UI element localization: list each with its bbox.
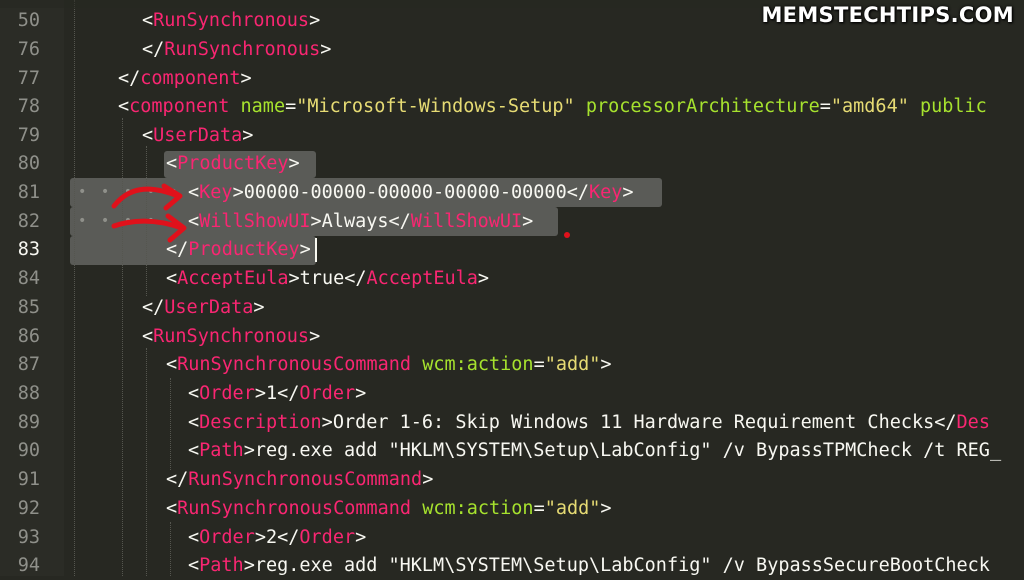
code-line[interactable]: 84 <AcceptEula>true</AcceptEula> <box>0 265 1024 293</box>
code-text[interactable]: </UserData> <box>142 294 265 322</box>
line-number: 89 <box>17 412 40 433</box>
line-number: 88 <box>17 383 40 404</box>
line-number: 78 <box>17 96 40 117</box>
code-line[interactable]: 86 <RunSynchronous> <box>0 323 1024 351</box>
code-line[interactable]: 90 <Path>reg.exe add "HKLM\SYSTEM\Setup\L… <box>0 437 1024 465</box>
line-number: 92 <box>17 498 40 519</box>
code-text[interactable]: <Key>00000-00000-00000-00000-00000</Key> <box>188 179 634 207</box>
red-dot <box>564 232 570 238</box>
code-text[interactable]: <Path>reg.exe add "HKLM\SYSTEM\Setup\Lab… <box>188 437 1001 465</box>
line-number: 76 <box>17 39 40 60</box>
code-line[interactable]: 88 <Order>1</Order> <box>0 380 1024 408</box>
code-text[interactable]: <ProductKey> <box>166 150 300 178</box>
code-line[interactable]: 87 <RunSynchronousCommand wcm:action="add… <box>0 351 1024 379</box>
code-line[interactable]: 79 <UserData> <box>0 122 1024 150</box>
code-line[interactable]: 77 </component> <box>0 65 1024 93</box>
watermark: MEMSTECHTIPS.COM <box>761 3 1014 27</box>
line-number: 85 <box>17 297 40 318</box>
code-text[interactable]: <RunSynchronousCommand wcm:action="add"> <box>166 495 612 523</box>
code-editor[interactable]: 50 <RunSynchronous> 76 </RunSynchronous> 77 <… <box>0 0 1024 576</box>
line-number: 83 <box>17 239 40 260</box>
code-text[interactable]: </RunSynchronous> <box>142 36 331 64</box>
code-text[interactable]: <Order>1</Order> <box>188 380 366 408</box>
code-line[interactable]: 78 <component name="Microsoft-Windows-Set… <box>0 93 1024 121</box>
code-line[interactable]: 93 <Order>2</Order> <box>0 524 1024 552</box>
line-number: 90 <box>17 440 40 461</box>
line-number: 82 <box>17 211 40 232</box>
line-number: 81 <box>17 182 40 203</box>
code-text[interactable]: </component> <box>118 65 252 93</box>
code-text[interactable]: <AcceptEula>true</AcceptEula> <box>166 265 489 293</box>
line-number: 77 <box>17 68 40 89</box>
text-caret <box>315 238 317 262</box>
line-number: 93 <box>17 527 40 548</box>
code-line[interactable]: 92 <RunSynchronousCommand wcm:action="add… <box>0 495 1024 523</box>
line-number: 87 <box>17 354 40 375</box>
code-text[interactable]: </RunSynchronousCommand> <box>166 466 433 494</box>
code-text[interactable]: <RunSynchronous> <box>142 7 320 35</box>
line-number: 84 <box>17 268 40 289</box>
code-line[interactable]: 89 <Description>Order 1-6: Skip Windows 1… <box>0 409 1024 437</box>
line-number: 86 <box>17 326 40 347</box>
code-line[interactable]: 91 </RunSynchronousCommand> <box>0 466 1024 494</box>
line-number: 80 <box>17 153 40 174</box>
red-arrow-icon <box>111 213 187 243</box>
code-text[interactable]: <WillShowUI>Always</WillShowUI> <box>188 208 533 236</box>
code-line[interactable]: 80 <ProductKey> <box>0 150 1024 178</box>
code-text[interactable]: <Description>Order 1-6: Skip Windows 11 … <box>188 409 990 437</box>
code-text[interactable]: <component name="Microsoft-Windows-Setup… <box>118 93 987 121</box>
line-number: 50 <box>17 10 40 31</box>
code-line[interactable]: 76 </RunSynchronous> <box>0 36 1024 64</box>
code-text[interactable]: <RunSynchronous> <box>142 323 320 351</box>
line-number: 91 <box>17 469 40 490</box>
code-text[interactable]: <RunSynchronousCommand wcm:action="add"> <box>166 351 612 379</box>
line-number: 79 <box>17 125 40 146</box>
code-text[interactable]: <Order>2</Order> <box>188 524 366 552</box>
code-line[interactable]: 85 </UserData> <box>0 294 1024 322</box>
code-text[interactable]: <UserData> <box>142 122 253 150</box>
